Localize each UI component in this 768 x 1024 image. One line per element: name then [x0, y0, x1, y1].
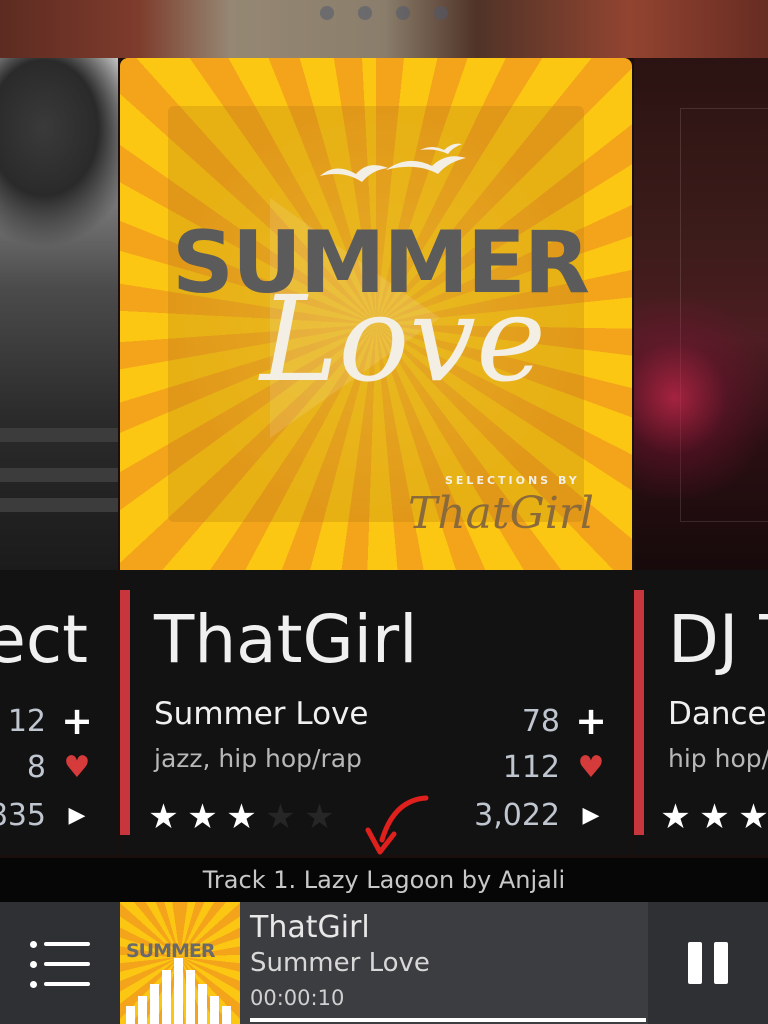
mix-likes: 78 +: [522, 702, 608, 740]
play-icon[interactable]: ▶: [60, 804, 94, 827]
page-dot[interactable]: [434, 6, 448, 20]
right-card-genres: hip hop/: [668, 744, 768, 773]
annotation-arrow-icon: [365, 795, 429, 855]
elapsed-time: 00:00:10: [250, 986, 345, 1010]
right-card-title: Dance: [668, 696, 767, 732]
likes-count: 12: [7, 703, 46, 739]
mix-hearts: 112 ♥: [503, 750, 608, 785]
cover-credit-small: SELECTIONS BY: [445, 474, 580, 487]
plus-icon[interactable]: +: [60, 702, 94, 740]
player-bar: SUMMER ThatGirl Summer Love 00:00:10: [0, 902, 768, 1024]
left-card-likes: 12 +: [8, 702, 94, 740]
mix-artist: ThatGirl: [154, 601, 418, 678]
left-card-hearts: 8 ♥: [27, 750, 94, 785]
rating-stars[interactable]: ★ ★ ★ ★ ★: [144, 800, 339, 834]
plays-count: 3,022: [474, 798, 560, 833]
page-dot[interactable]: [320, 6, 334, 20]
mix-cover-art[interactable]: SUMMER Love SELECTIONS BY ThatGirl: [120, 58, 632, 570]
hearts-count: 8: [26, 750, 46, 785]
page-indicator[interactable]: [0, 6, 768, 20]
pause-button[interactable]: [648, 902, 768, 1024]
page-dot[interactable]: [396, 6, 410, 20]
star-icon[interactable]: ★: [734, 800, 768, 834]
left-card-info[interactable]: ect 12 + 8 ♥ 835 ▶: [0, 570, 118, 855]
star-icon[interactable]: ★: [144, 800, 183, 834]
pause-icon: [714, 942, 728, 984]
now-playing-artist: ThatGirl: [250, 910, 370, 945]
plays-count: 835: [0, 798, 46, 833]
pause-icon: [688, 942, 702, 984]
star-icon[interactable]: ★: [183, 800, 222, 834]
accent-bar: [120, 590, 130, 835]
page-dot[interactable]: [358, 6, 372, 20]
likes-count: 78: [521, 703, 560, 739]
star-icon[interactable]: ★: [695, 800, 734, 834]
menu-button[interactable]: [0, 902, 120, 1024]
hearts-count: 112: [502, 750, 560, 785]
now-playing-ticker: Track 1. Lazy Lagoon by Anjali: [0, 858, 768, 902]
play-icon[interactable]: ▶: [574, 804, 608, 827]
heart-icon[interactable]: ♥: [60, 752, 94, 783]
right-card-artist: DJ T: [668, 601, 768, 678]
left-card-artist: ect: [0, 601, 88, 678]
heart-icon[interactable]: ♥: [574, 752, 608, 783]
star-icon[interactable]: ★: [300, 800, 339, 834]
plus-icon[interactable]: +: [574, 702, 608, 740]
left-card-cover[interactable]: [0, 58, 118, 570]
now-playing-title: Summer Love: [250, 948, 430, 978]
right-card-rating[interactable]: ★ ★ ★: [656, 800, 768, 834]
star-icon[interactable]: ★: [261, 800, 300, 834]
cover-script: Love: [260, 270, 546, 408]
cover-credit-brand: ThatGirl: [408, 488, 594, 539]
right-card-cover[interactable]: [634, 58, 768, 570]
star-icon[interactable]: ★: [222, 800, 261, 834]
mix-plays: 3,022 ▶: [474, 798, 608, 833]
equalizer-icon: [126, 954, 236, 1024]
left-card-plays: 835 ▶: [0, 798, 94, 833]
mix-title: Summer Love: [154, 696, 369, 732]
now-playing-artwork[interactable]: SUMMER: [120, 902, 240, 1024]
progress-bar[interactable]: [250, 1018, 646, 1022]
accent-bar: [634, 590, 644, 835]
star-icon[interactable]: ★: [656, 800, 695, 834]
birds-icon: [320, 143, 466, 182]
right-card-info[interactable]: DJ T Dance hip hop/ ★ ★ ★: [634, 570, 768, 855]
mix-genres: jazz, hip hop/rap: [154, 744, 362, 773]
